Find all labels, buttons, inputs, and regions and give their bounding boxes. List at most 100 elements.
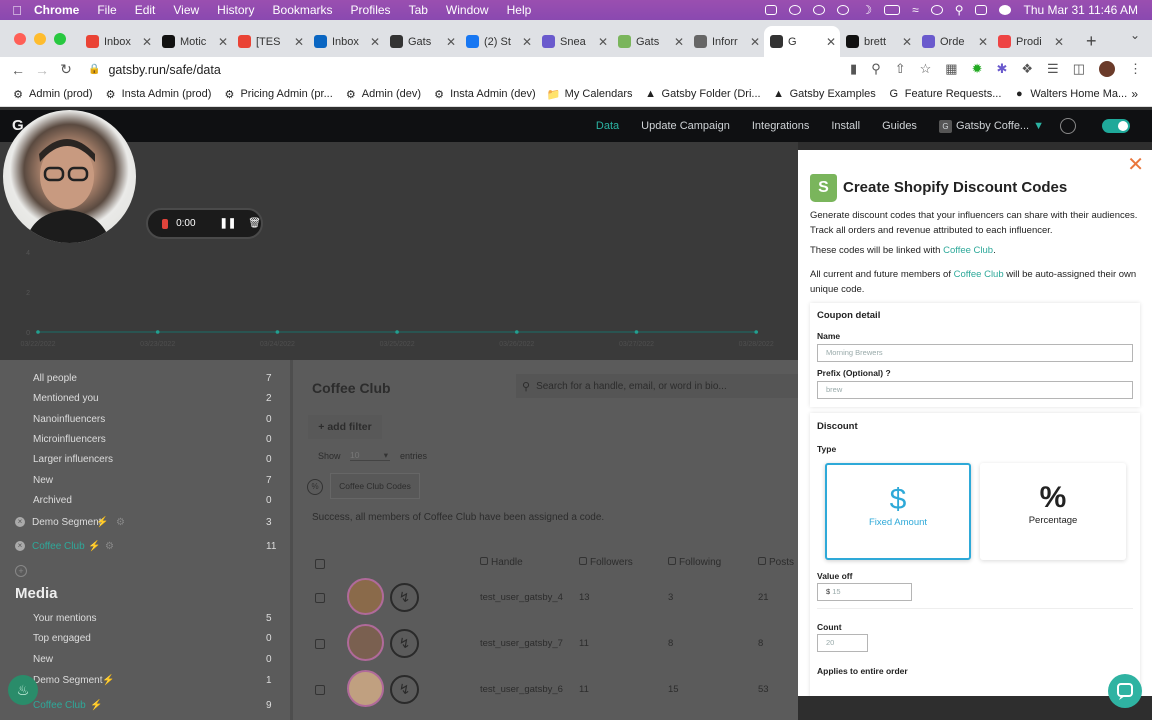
messenger-icon[interactable]: ↯ (390, 629, 419, 658)
lock-icon[interactable]: 🔒 (88, 64, 100, 75)
nav-install[interactable]: Install (831, 120, 860, 132)
search-input[interactable]: ⚲ Search for a handle, email, or word in… (516, 374, 798, 398)
coffee-club-codes-button[interactable]: Coffee Club Codes (330, 473, 420, 499)
sidebar-item[interactable]: Larger influencers 0 (0, 454, 290, 470)
settings-icon[interactable]: ⚙ (116, 517, 125, 528)
row-checkbox[interactable] (315, 593, 325, 603)
browser-tab[interactable]: Inbox ✕ (80, 26, 156, 57)
browser-tab[interactable]: Orde ✕ (916, 26, 992, 57)
handle-cell[interactable]: test_user_gatsby_4 (480, 592, 563, 603)
bolt-icon[interactable]: ⚡ (90, 700, 102, 711)
close-window-icon[interactable] (14, 32, 26, 45)
media-item[interactable]: Top engaged 0 (0, 633, 290, 649)
sidebar-item[interactable]: × Coffee Club ⚡ ⚙ 11 (0, 541, 290, 557)
close-tab-icon[interactable]: ✕ (674, 35, 684, 49)
moon-icon[interactable]: ☽ (861, 3, 872, 17)
table-row[interactable]: ↯ test_user_gatsby_4 13 3 21 (290, 576, 798, 618)
maximize-window-icon[interactable] (54, 32, 66, 45)
menu-bookmarks[interactable]: Bookmarks (273, 3, 333, 17)
messenger-icon[interactable]: ↯ (390, 583, 419, 612)
bookmark-item[interactable]: ⚙ Insta Admin (dev) (433, 88, 536, 101)
check-status-icon[interactable] (789, 5, 802, 15)
share-icon[interactable]: ⇧ (895, 61, 906, 77)
sidebar-item[interactable]: Microinfluencers 0 (0, 434, 290, 450)
media-item[interactable]: Coffee Club ⚡ 9 (0, 700, 290, 716)
play-status-icon[interactable] (837, 5, 850, 15)
row-checkbox[interactable] (315, 639, 325, 649)
sidebar-item[interactable]: All people 7 (0, 373, 290, 389)
data-point[interactable] (155, 330, 160, 334)
browser-menu-icon[interactable]: ⋮ (1129, 61, 1142, 77)
chat-support-button[interactable] (1108, 674, 1142, 708)
close-icon[interactable]: ✕ (1127, 152, 1144, 177)
menu-edit[interactable]: Edit (135, 3, 156, 17)
data-point[interactable] (36, 330, 40, 334)
column-header-posts[interactable]: Posts (758, 557, 794, 568)
media-item[interactable]: Demo Segment ⚡ 1 (0, 675, 290, 691)
browser-tab[interactable]: [TES ✕ (232, 26, 308, 57)
camera-status-icon[interactable] (765, 5, 778, 15)
wifi-icon[interactable]: ≈ (912, 3, 919, 17)
headphones-icon[interactable] (813, 5, 826, 15)
bookmark-star-icon[interactable]: ☆ (920, 61, 932, 77)
siri-icon[interactable] (999, 5, 1012, 15)
browser-tab[interactable]: Inforr ✕ (688, 26, 764, 57)
url-field[interactable]: 🔒 gatsby.run/safe/data (88, 57, 848, 82)
sidebar-item[interactable]: Archived 0 (0, 495, 290, 511)
nav-integrations[interactable]: Integrations (752, 120, 809, 132)
control-center-icon[interactable] (975, 5, 988, 15)
menu-app-name[interactable]: Chrome (34, 3, 79, 17)
percentage-option[interactable]: % Percentage (980, 463, 1126, 560)
data-point[interactable] (275, 330, 280, 334)
side-panel-icon[interactable]: ◫ (1073, 61, 1085, 77)
row-checkbox[interactable] (315, 685, 325, 695)
sidebar-item[interactable]: Nanoinfluencers 0 (0, 414, 290, 430)
select-all-checkbox[interactable] (315, 559, 325, 569)
data-point[interactable] (634, 330, 639, 334)
fixed-amount-option[interactable]: $ Fixed Amount (825, 463, 971, 560)
extension-calendar-icon[interactable]: ▦ (945, 61, 957, 77)
percent-badge-icon[interactable]: % (307, 479, 323, 495)
remove-segment-icon[interactable]: × (15, 517, 25, 527)
close-tab-icon[interactable]: ✕ (1054, 35, 1064, 49)
close-tab-icon[interactable]: ✕ (826, 35, 836, 49)
media-item[interactable]: New 0 (0, 654, 290, 670)
remove-segment-icon[interactable]: × (15, 541, 25, 551)
menu-file[interactable]: File (97, 3, 116, 17)
battery-icon[interactable] (884, 5, 901, 15)
bookmark-item[interactable]: ▲ Gatsby Examples (773, 88, 876, 100)
bookmark-item[interactable]: ⚙ Pricing Admin (pr... (223, 88, 333, 101)
entries-select[interactable]: 10 ▾ (350, 450, 390, 461)
column-header-followers[interactable]: Followers (579, 557, 633, 568)
menu-view[interactable]: View (173, 3, 199, 17)
browser-tab[interactable]: Prodi ✕ (992, 26, 1068, 57)
spotlight-search-icon[interactable]: ⚲ (955, 3, 964, 17)
menu-tab[interactable]: Tab (409, 3, 428, 17)
profile-avatar[interactable] (1099, 61, 1115, 77)
column-header-handle[interactable]: Handle (480, 557, 523, 568)
count-field[interactable]: 20 (817, 634, 868, 652)
menu-history[interactable]: History (217, 3, 254, 17)
avatar[interactable] (347, 670, 384, 707)
pause-icon[interactable]: ❚❚ (220, 218, 237, 229)
bookmark-item[interactable]: ● Walters Home Ma... (1013, 88, 1127, 100)
close-tab-icon[interactable]: ✕ (218, 35, 228, 49)
browser-tab[interactable]: Gats ✕ (384, 26, 460, 57)
help-icon[interactable] (1060, 118, 1076, 134)
cake-bot-icon[interactable]: ♨ (8, 675, 38, 705)
nav-update-campaign[interactable]: Update Campaign (641, 120, 730, 132)
bolt-icon[interactable]: ⚡ (96, 517, 108, 528)
more-bookmarks-icon[interactable]: » (1131, 87, 1138, 101)
name-field[interactable]: Morning Brewers (817, 344, 1133, 362)
data-point[interactable] (395, 330, 399, 334)
close-tab-icon[interactable]: ✕ (750, 35, 760, 49)
clock[interactable]: Thu Mar 31 11:46 AM (1023, 3, 1138, 17)
add-filter-button[interactable]: + add filter (308, 415, 382, 439)
data-point[interactable] (515, 330, 519, 334)
reload-icon[interactable]: ↻ (54, 61, 78, 78)
extension-gear-icon[interactable]: ✱ (996, 61, 1007, 77)
avatar[interactable] (347, 624, 384, 661)
data-point[interactable] (754, 330, 758, 334)
nav-guides[interactable]: Guides (882, 120, 917, 132)
table-row[interactable]: ↯ test_user_gatsby_7 11 8 8 (290, 622, 798, 664)
